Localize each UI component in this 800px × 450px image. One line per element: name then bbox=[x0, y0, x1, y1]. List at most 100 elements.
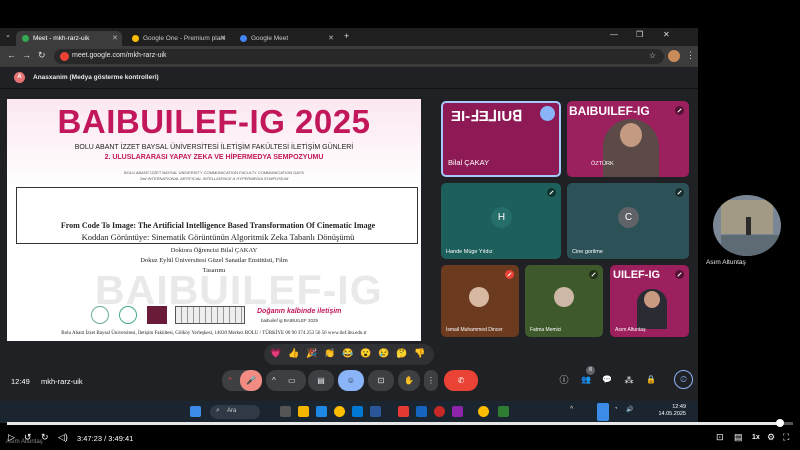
person-figure bbox=[746, 217, 751, 235]
settings-icon[interactable]: ⚙ bbox=[767, 432, 775, 443]
speaking-indicator-icon bbox=[540, 106, 555, 121]
app-icon[interactable] bbox=[434, 406, 445, 417]
mic-off-icon bbox=[675, 270, 684, 279]
word-icon[interactable] bbox=[370, 406, 381, 417]
bookmark-star-icon[interactable]: ☆ bbox=[649, 51, 656, 60]
new-tab-button[interactable]: + bbox=[344, 31, 349, 41]
microphone-tray-icon[interactable] bbox=[597, 403, 609, 421]
chat-icon[interactable]: 💬 bbox=[601, 374, 613, 386]
youtube-icon[interactable] bbox=[398, 406, 409, 417]
camera-icon[interactable]: ▭ bbox=[288, 370, 296, 391]
captions-button[interactable]: ▤ bbox=[308, 370, 334, 391]
mic-off-icon[interactable]: 🎤 bbox=[240, 370, 262, 391]
sad-reaction-icon[interactable]: 😢 bbox=[378, 348, 389, 359]
event-logo bbox=[147, 306, 167, 324]
activities-icon[interactable]: ⁂ bbox=[623, 374, 635, 386]
participant-name: ÖZTÜRK bbox=[591, 161, 614, 167]
thumbs-down-reaction-icon[interactable]: 👎 bbox=[414, 348, 425, 359]
mic-off-icon bbox=[675, 106, 684, 115]
info-icon[interactable]: ⓘ bbox=[558, 374, 570, 386]
more-options-button[interactable]: ⋮ bbox=[424, 370, 438, 391]
task-view-icon[interactable] bbox=[280, 406, 291, 417]
chevron-up-icon[interactable]: ^ bbox=[228, 370, 232, 391]
playback-speed[interactable]: 1x bbox=[752, 434, 760, 441]
party-reaction-icon[interactable]: 🎉 bbox=[306, 348, 317, 359]
chevron-up-icon[interactable]: ^ bbox=[570, 406, 573, 413]
laugh-reaction-icon[interactable]: 😂 bbox=[342, 348, 353, 359]
tab-meet[interactable]: Meet - mkh-rarz-uik ✕ bbox=[16, 31, 122, 46]
mic-control[interactable]: ^ 🎤 bbox=[222, 370, 262, 391]
raise-hand-button[interactable]: ✋ bbox=[398, 370, 420, 391]
participant-tile[interactable]: ƎI-ℲƎ⅃IUꓭ Bilal ÇAKAY bbox=[441, 101, 561, 177]
heart-reaction-icon[interactable]: 💗 bbox=[270, 348, 281, 359]
chevron-up-icon[interactable]: ^ bbox=[272, 370, 276, 391]
maximize-button[interactable]: ❐ bbox=[636, 30, 643, 39]
participant-tile[interactable]: Fatma Memici bbox=[525, 265, 603, 337]
surprised-reaction-icon[interactable]: 😮 bbox=[360, 348, 371, 359]
back-icon[interactable]: ← bbox=[7, 50, 16, 60]
author-affiliation: Dokuz Eylül Üniversitesi Güzel Sanatlar … bbox=[140, 257, 288, 264]
talk-title-tr: Koddan Görüntüye: Sinematik Görüntünün A… bbox=[81, 232, 355, 242]
video-progress-knob[interactable] bbox=[775, 419, 784, 427]
slide-subtitle: BOLU ABANT İZZET BAYSAL ÜNİVERSİTESİ İLE… bbox=[74, 144, 354, 151]
app-icon[interactable] bbox=[452, 406, 463, 417]
store-icon[interactable] bbox=[352, 406, 363, 417]
url-field[interactable]: meet.google.com/mkh-rarz-uik ☆ bbox=[54, 49, 664, 64]
video-watermark: Asım Altuntaş bbox=[6, 439, 43, 445]
close-icon[interactable]: ✕ bbox=[112, 34, 118, 42]
window-close-button[interactable]: ✕ bbox=[663, 30, 670, 39]
building-logo bbox=[175, 306, 245, 324]
site-info-icon[interactable] bbox=[60, 52, 69, 61]
camera-control[interactable]: ^ ▭ bbox=[266, 370, 306, 391]
tab-google-meet[interactable]: Google Meet ✕ bbox=[234, 31, 338, 46]
chrome-icon[interactable] bbox=[334, 406, 345, 417]
host-controls-icon[interactable]: 🔒 bbox=[645, 374, 657, 386]
tab-label: Google One - Premium planı bbox=[143, 35, 226, 42]
captions-icon[interactable]: ⊡ bbox=[716, 432, 724, 443]
close-icon[interactable]: ✕ bbox=[220, 34, 226, 42]
volume-icon[interactable]: ◁) bbox=[58, 432, 68, 443]
minimize-button[interactable]: — bbox=[610, 30, 618, 39]
emoji-button[interactable]: ☺ bbox=[338, 370, 364, 391]
close-icon[interactable]: ✕ bbox=[328, 34, 334, 42]
mic-off-icon bbox=[589, 270, 598, 279]
mic-off-icon bbox=[547, 188, 556, 197]
people-icon[interactable]: 👥 bbox=[580, 374, 592, 386]
chrome-icon[interactable] bbox=[478, 406, 489, 417]
slide-subtitle-en: BOLU ABANT İZZET BAYSAL UNIVERSITY COMMU… bbox=[124, 170, 304, 175]
windows-taskbar: ⌕ Ara ^ ◔ 🔊 12:49 14.05.2025 bbox=[0, 401, 698, 423]
forward-icon[interactable]: → bbox=[22, 50, 31, 60]
taskbar-search[interactable]: ⌕ Ara bbox=[210, 405, 260, 419]
volume-icon[interactable]: 🔊 bbox=[626, 406, 633, 413]
participant-tile[interactable]: BAIBUILEF-IG ÖZTÜRK bbox=[567, 101, 689, 177]
reload-icon[interactable]: ↻ bbox=[38, 50, 46, 61]
profile-avatar[interactable] bbox=[668, 50, 680, 62]
present-button[interactable]: ⊡ bbox=[368, 370, 394, 391]
mic-off-icon bbox=[505, 270, 514, 279]
participant-tile[interactable]: H Hande Müge Yıldız bbox=[441, 183, 561, 259]
file-explorer-icon[interactable] bbox=[298, 406, 309, 417]
taskbar-clock[interactable]: 12:49 14.05.2025 bbox=[658, 404, 686, 418]
network-icon[interactable]: ◔ bbox=[614, 406, 618, 412]
timer-icon[interactable]: ⏲ bbox=[674, 370, 693, 389]
menu-icon[interactable]: ⋮ bbox=[686, 50, 695, 61]
app-icon[interactable] bbox=[498, 406, 509, 417]
self-view-video[interactable] bbox=[713, 195, 781, 256]
start-icon[interactable] bbox=[190, 406, 201, 417]
mic-off-icon bbox=[675, 188, 684, 197]
participant-tile[interactable]: UILEF-IG Asım Altuntaş bbox=[610, 265, 689, 337]
app-icon[interactable] bbox=[416, 406, 427, 417]
thumbs-up-reaction-icon[interactable]: 👍 bbox=[288, 348, 299, 359]
edge-icon[interactable] bbox=[316, 406, 327, 417]
tab-list-button[interactable]: ⌄ bbox=[5, 31, 11, 39]
participant-tile[interactable]: C Cine gorilme bbox=[567, 183, 689, 259]
tab-google-one[interactable]: Google One - Premium planı ✕ bbox=[126, 31, 230, 46]
talk-title-box: From Code To Image: The Artificial Intel… bbox=[16, 187, 418, 244]
fullscreen-icon[interactable]: ⛶ bbox=[783, 432, 789, 443]
url-text: meet.google.com/mkh-rarz-uik bbox=[72, 52, 167, 59]
clap-reaction-icon[interactable]: 👏 bbox=[324, 348, 335, 359]
participant-tile[interactable]: İsmail Muhammed Dincer bbox=[441, 265, 519, 337]
thinking-reaction-icon[interactable]: 🤔 bbox=[396, 348, 407, 359]
leave-call-button[interactable]: ✆ bbox=[444, 370, 478, 391]
subtitles-icon[interactable]: ▤ bbox=[734, 432, 743, 443]
